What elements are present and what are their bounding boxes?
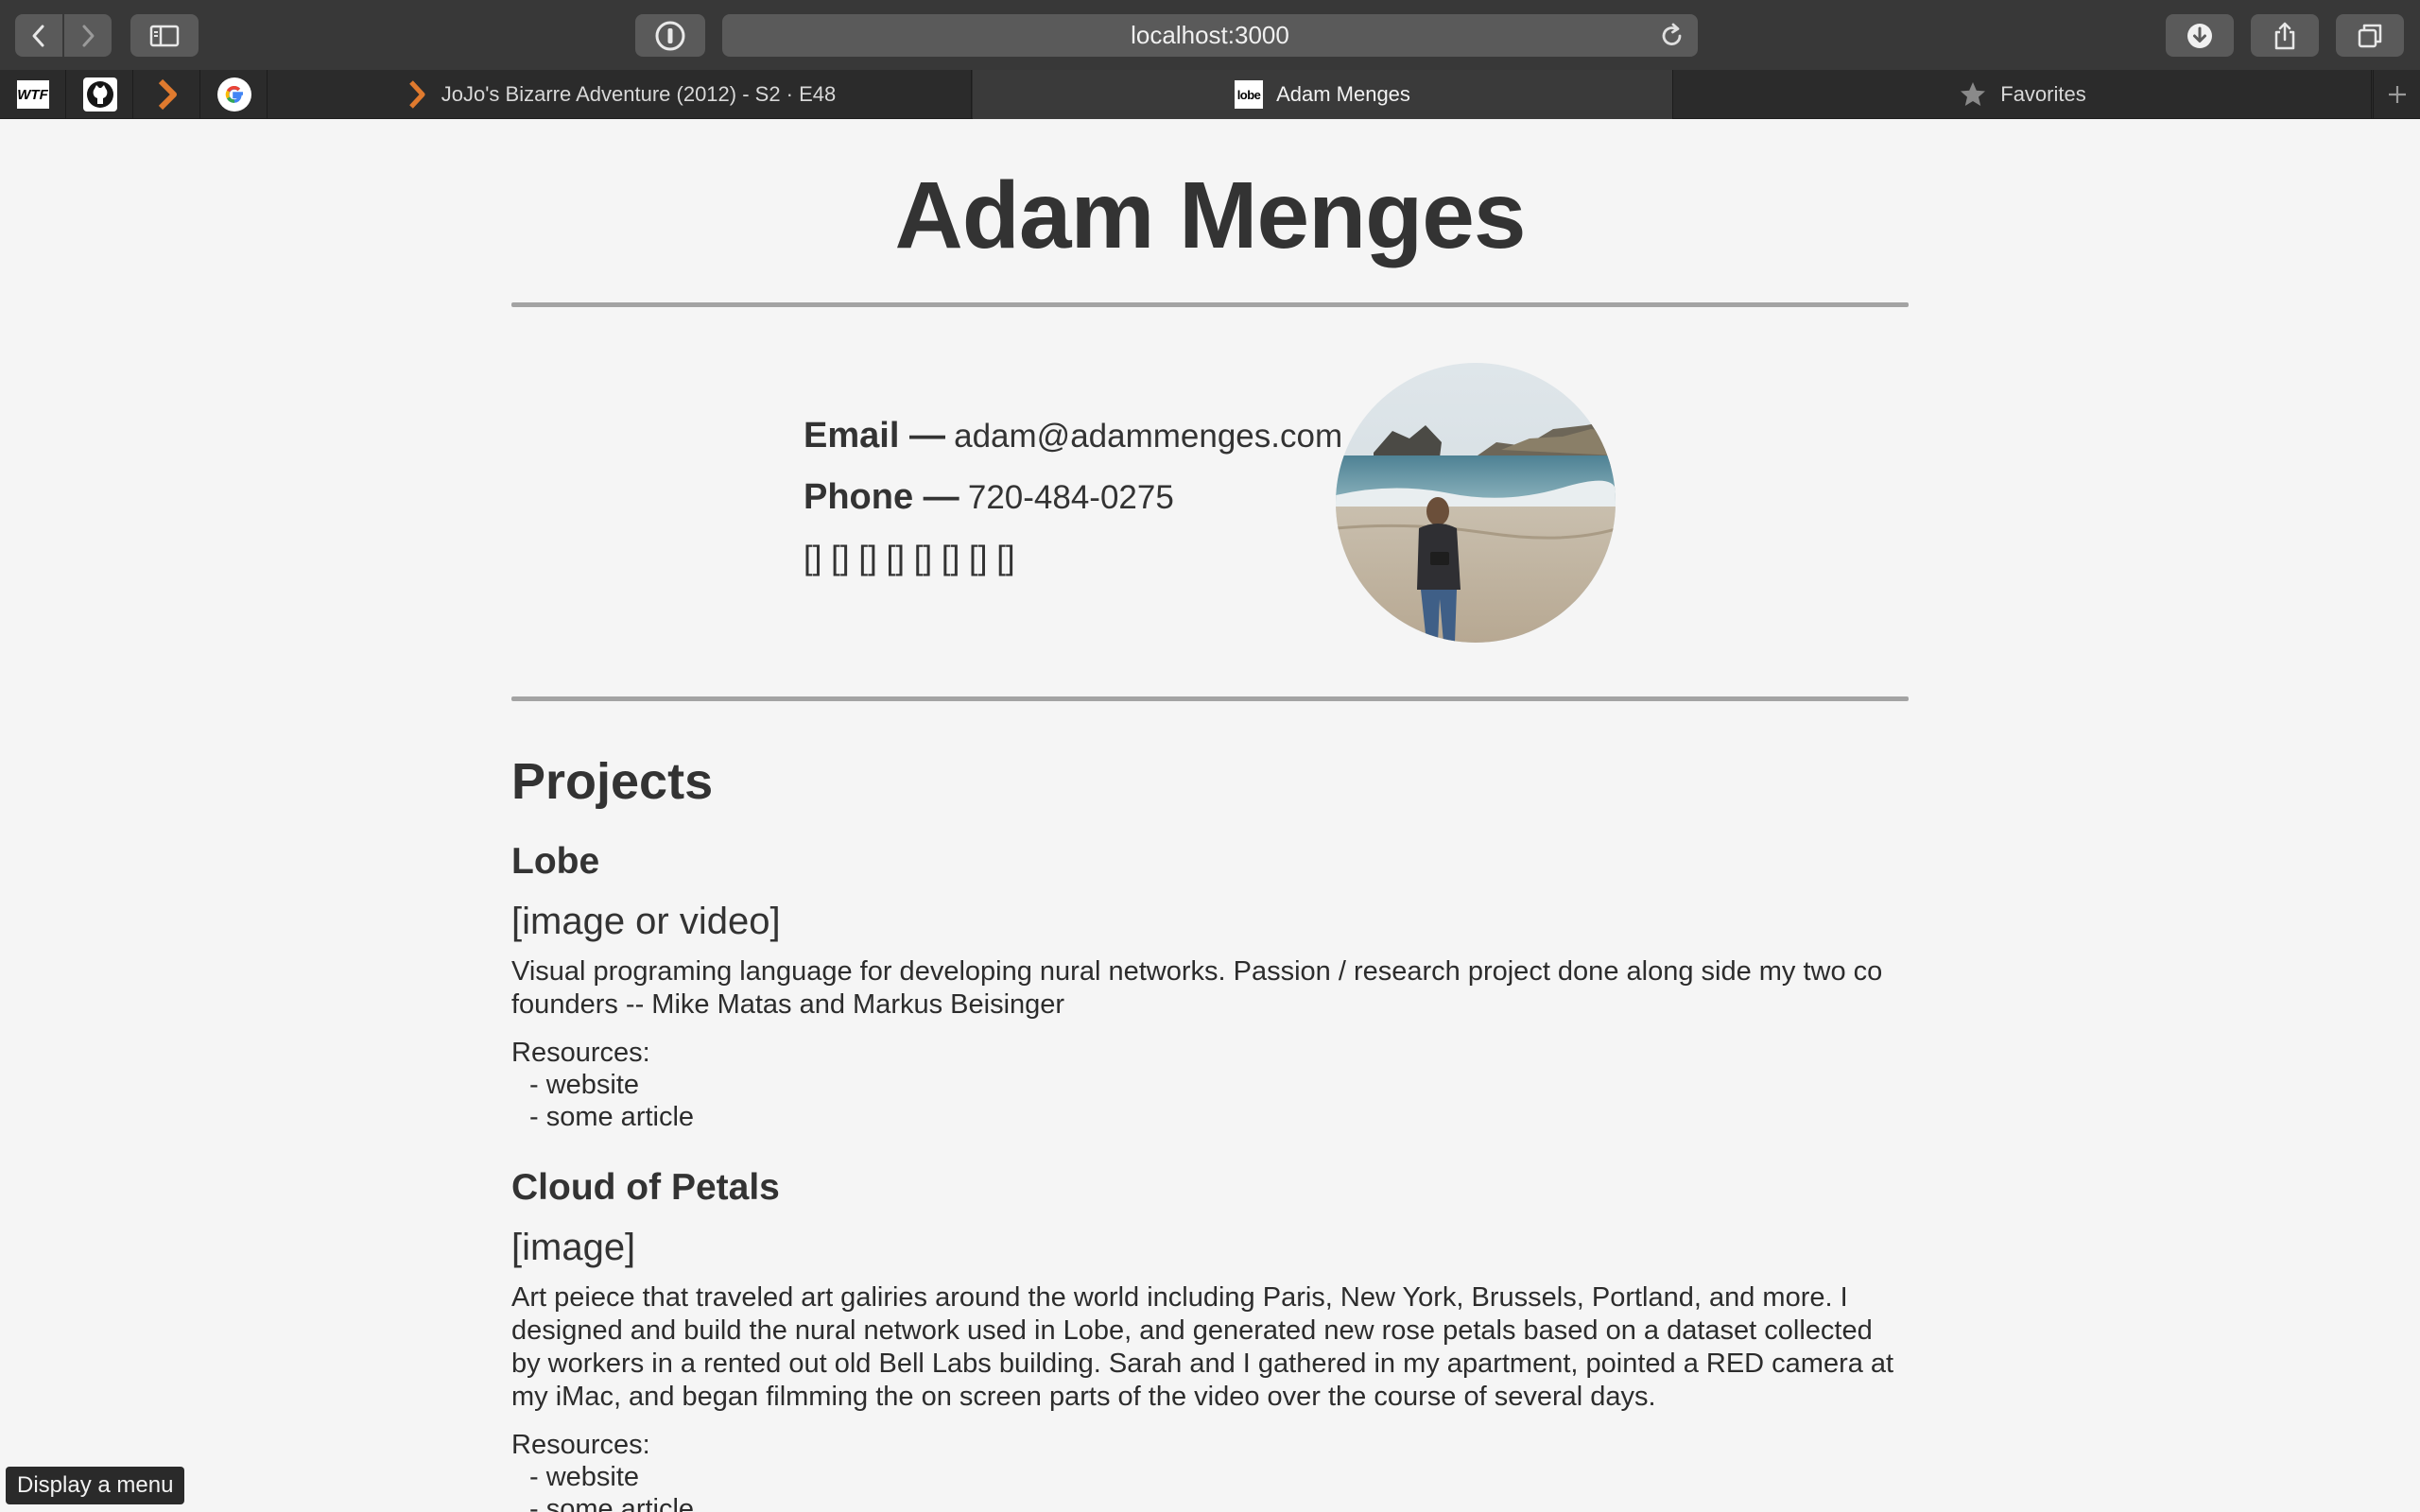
tab-overview-button[interactable]	[2336, 14, 2404, 57]
media-placeholder: [image]	[511, 1227, 636, 1268]
crunchyroll-pinned-tab[interactable]	[134, 70, 200, 119]
resource-link-website[interactable]: - website	[511, 1069, 1909, 1101]
downloads-button[interactable]	[2166, 14, 2234, 57]
profile-photo	[1336, 363, 1616, 643]
social-links-placeholder: [] [] [] [] [] [] [] []	[804, 540, 1015, 576]
onepassword-icon	[655, 21, 685, 50]
resource-link-website[interactable]: - website	[511, 1461, 1909, 1493]
tab-favorites[interactable]: Favorites	[1674, 70, 2372, 119]
email-label: Email —	[804, 416, 945, 455]
download-icon	[2187, 23, 2212, 48]
chevron-left-icon	[32, 25, 44, 46]
wtf-icon: WTF	[16, 80, 49, 109]
crunchyroll-chevron-icon	[158, 78, 177, 111]
projects-heading: Projects	[511, 753, 714, 810]
resume-page: Adam Menges Email — adam@adammenges.com …	[511, 119, 1909, 1512]
tabs-overview-icon	[2358, 24, 2382, 47]
avatar	[1336, 363, 1616, 643]
media-placeholder: [image or video]	[511, 901, 781, 942]
project-lobe: Lobe [image or video] Visual programing …	[511, 843, 1909, 1133]
share-icon	[2274, 22, 2295, 49]
page-title: Adam Menges	[894, 163, 1527, 268]
sidebar-icon	[149, 25, 180, 46]
resource-link-article[interactable]: - some article	[511, 1493, 1909, 1512]
back-button[interactable]	[15, 14, 62, 57]
reload-icon	[1662, 23, 1682, 45]
resources: Resources: - website - some article	[511, 1037, 1909, 1133]
sidebar-button[interactable]	[130, 14, 199, 57]
resources-label: Resources:	[511, 1430, 650, 1460]
address-bar[interactable]: localhost:3000	[722, 14, 1698, 57]
password-extension-button[interactable]	[635, 14, 705, 57]
tooltip: Display a menu	[6, 1467, 185, 1504]
url-text: localhost:3000	[1131, 21, 1289, 49]
project-title: Cloud of Petals	[511, 1167, 780, 1208]
google-pinned-tab[interactable]	[201, 70, 268, 119]
contact-section: Email — adam@adammenges.com Phone — 720-…	[511, 307, 1909, 696]
forward-button[interactable]	[64, 14, 112, 57]
crunchyroll-chevron-icon	[408, 80, 425, 109]
resource-link-article[interactable]: - some article	[511, 1101, 1909, 1133]
browser-toolbar: localhost:3000	[0, 0, 2420, 70]
project-title: Lobe	[511, 841, 600, 882]
star-icon	[1961, 82, 1986, 106]
share-button[interactable]	[2251, 14, 2319, 57]
project-cloud-of-petals: Cloud of Petals [image] Art peiece that …	[511, 1169, 1909, 1512]
new-tab-button[interactable]	[2373, 70, 2420, 119]
divider	[511, 696, 1909, 701]
wtf-pinned-tab[interactable]: WTF	[0, 70, 66, 119]
project-description: Visual programing language for developin…	[511, 956, 1883, 1020]
phone-label: Phone —	[804, 477, 959, 517]
tab-title: Adam Menges	[1276, 82, 1410, 106]
email-link[interactable]: adam@adammenges.com	[954, 418, 1342, 455]
project-description: Art peiece that traveled art galiries ar…	[511, 1282, 1894, 1412]
phone-value: 720-484-0275	[967, 479, 1174, 516]
contact-info: Email — adam@adammenges.com Phone — 720-…	[804, 405, 1342, 589]
resources: Resources: - website - some article	[511, 1429, 1909, 1512]
resources-label: Resources:	[511, 1038, 650, 1068]
lobe-favicon: lobe	[1235, 80, 1264, 109]
github-pinned-tab[interactable]	[67, 70, 133, 119]
phone-row: Phone — 720-484-0275	[804, 467, 1342, 528]
tab-title: Favorites	[2000, 82, 2086, 106]
google-icon	[216, 77, 251, 112]
plus-icon	[2388, 86, 2406, 103]
email-row: Email — adam@adammenges.com	[804, 405, 1342, 467]
tab-title: JoJo's Bizarre Adventure (2012) - S2 · E…	[441, 82, 837, 106]
tab-bar: WTF JoJo's Bizarre Adventure (2012) - S2…	[0, 70, 2420, 119]
github-icon	[82, 77, 117, 112]
chevron-right-icon	[82, 25, 95, 46]
reload-button[interactable]	[1660, 23, 1685, 56]
tab-adam-menges[interactable]: lobe Adam Menges	[973, 70, 1673, 119]
tab-jojo[interactable]: JoJo's Bizarre Adventure (2012) - S2 · E…	[270, 70, 972, 119]
